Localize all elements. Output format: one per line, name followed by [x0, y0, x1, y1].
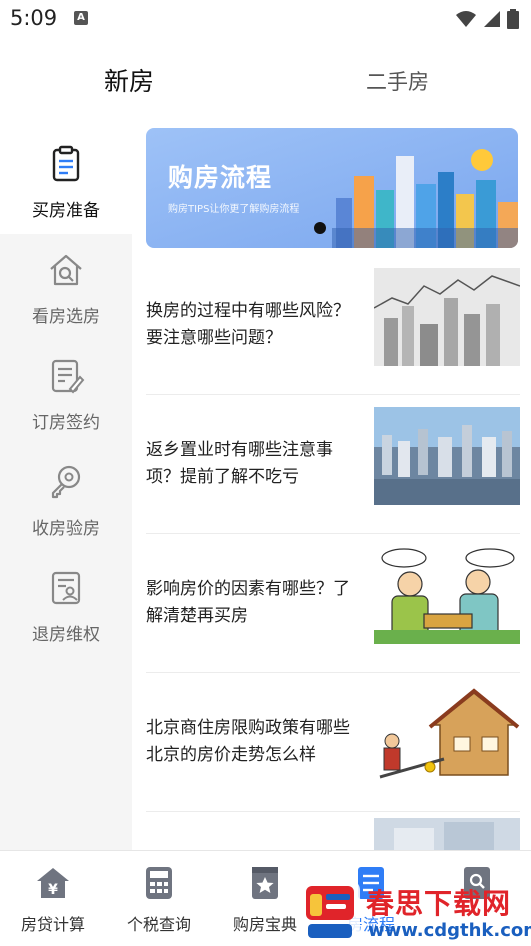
- status-time: 5:09: [10, 6, 58, 30]
- sidebar-item-sign-contract[interactable]: 订房签约: [0, 340, 132, 446]
- nav-label: 个税查询: [126, 915, 191, 934]
- sign-document-icon: [51, 359, 85, 394]
- banner-subtitle: 购房TIPS让你更了解购房流程: [168, 204, 300, 215]
- sidebar-item-inspect[interactable]: 收房验房: [0, 446, 132, 552]
- home-yuan-icon: ¥: [37, 868, 69, 898]
- key-icon: [51, 465, 81, 499]
- article-content: 购房流程 购房TIPS让你更了解购房流程 换房的过程中有哪些风险？要注意哪些问题…: [132, 128, 531, 850]
- article-title: 北京商住房限购政策有哪些北京的房价走势怎么样: [146, 718, 350, 765]
- sidebar-item-label: 订房签约: [32, 413, 100, 433]
- article-item[interactable]: 影响房价的因素有哪些？了解清楚再买房: [146, 534, 520, 673]
- nav-label: 房贷计算: [20, 915, 85, 934]
- rights-document-icon: [51, 571, 81, 605]
- sidebar-item-label: 买房准备: [32, 201, 100, 221]
- signal-icon: [484, 11, 500, 27]
- calculator-icon: [146, 867, 172, 899]
- article-item[interactable]: 北京商住房限购政策有哪些北京的房价走势怎么样: [146, 673, 520, 812]
- tab-new-house[interactable]: 新房: [104, 62, 154, 98]
- article-item[interactable]: 换房的过程中有哪些风险？要注意哪些问题？: [146, 256, 520, 395]
- book-star-icon: [252, 867, 278, 899]
- battery-icon: [507, 9, 519, 29]
- city-aerial-image: [374, 407, 520, 505]
- stock-chart-city-image: [374, 268, 520, 366]
- tab-second-hand-house[interactable]: 二手房: [366, 66, 429, 96]
- sidebar-item-label: 看房选房: [32, 307, 100, 327]
- cartoon-negotiation-image: [374, 546, 520, 644]
- nav-tax-query[interactable]: 个税查询: [106, 861, 212, 935]
- top-tabs: 新房 二手房: [0, 52, 531, 110]
- building-image: [374, 818, 520, 850]
- sidebar-item-rights[interactable]: 退房维权: [0, 552, 132, 658]
- notification-icon: A: [74, 11, 88, 25]
- sidebar-item-view-select[interactable]: 看房选房: [0, 234, 132, 340]
- status-icons: [455, 9, 519, 29]
- purchase-process-banner[interactable]: 购房流程 购房TIPS让你更了解购房流程: [146, 128, 518, 248]
- house-lever-image: [374, 685, 520, 783]
- wifi-icon: [456, 11, 476, 27]
- carousel-indicator: [314, 222, 326, 234]
- watermark: 春思下载网 www.cdgthk.com: [296, 874, 531, 945]
- article-item[interactable]: [146, 812, 520, 850]
- sidebar-item-label: 收房验房: [32, 519, 100, 539]
- article-item[interactable]: 返乡置业时有哪些注意事项？提前了解不吃亏: [146, 395, 520, 534]
- clipboard-icon: [52, 145, 80, 182]
- article-title: 影响房价的因素有哪些？了解清楚再买房: [146, 579, 350, 626]
- svg-text:¥: ¥: [48, 882, 58, 898]
- house-search-icon: [50, 254, 82, 286]
- banner-title: 购房流程: [168, 163, 273, 192]
- status-bar: 5:09 A: [0, 0, 531, 38]
- sidebar: 买房准备 看房选房 订房签约 收房验房 退房维权: [0, 128, 132, 850]
- sidebar-item-label: 退房维权: [32, 625, 100, 645]
- sidebar-item-purchase-prep[interactable]: 买房准备: [0, 128, 132, 234]
- nav-mortgage-calc[interactable]: ¥ 房贷计算: [0, 861, 106, 935]
- article-title: 返乡置业时有哪些注意事项？提前了解不吃亏: [146, 440, 333, 487]
- watermark-logo: [300, 880, 360, 942]
- watermark-url: www.cdgthk.com: [368, 920, 531, 941]
- article-title: 换房的过程中有哪些风险？要注意哪些问题？: [146, 301, 350, 348]
- watermark-text: 春思下载网: [366, 887, 512, 920]
